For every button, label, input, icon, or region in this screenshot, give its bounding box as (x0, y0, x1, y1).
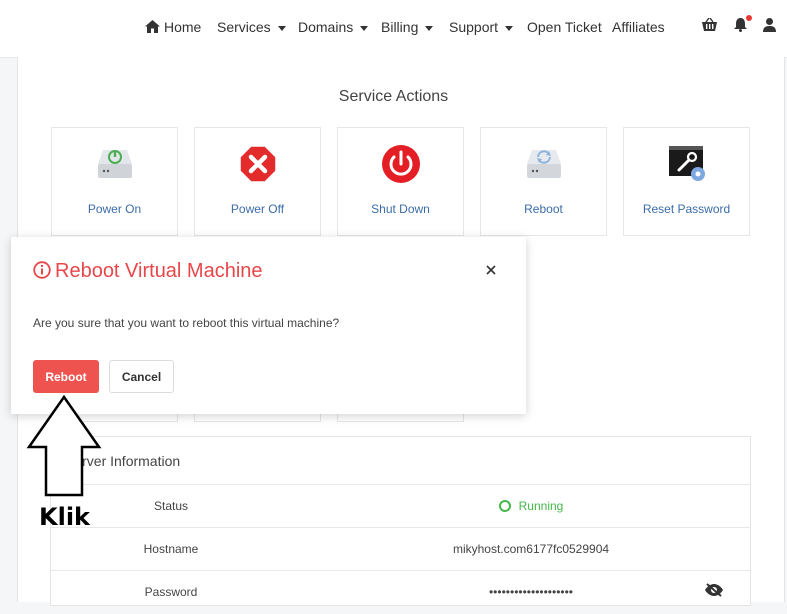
home-icon (145, 20, 160, 33)
service-actions-title: Service Actions (338, 88, 449, 105)
bell-icon[interactable] (734, 18, 747, 32)
hostname-value: mikyhost.com6177fc0529904 (452, 542, 610, 556)
server-information-card: Server Information Status Running Hostna… (50, 436, 751, 606)
reboot-card[interactable]: Reboot (480, 127, 607, 236)
reboot-confirm-button[interactable]: Reboot (33, 360, 99, 393)
top-navbar: Home Services Domains Billing Support Op… (0, 0, 787, 58)
nav-domains-label: Domains (298, 19, 354, 35)
reset-password-icon (668, 146, 705, 181)
reset-password-label: Reset Password (642, 202, 731, 216)
nav-home-label: Home (164, 19, 202, 35)
cancel-button[interactable]: Cancel (109, 360, 174, 393)
power-off-label: Power Off (230, 202, 285, 216)
user-icon[interactable] (763, 18, 776, 32)
nav-domains[interactable]: Domains (298, 19, 369, 35)
chevron-down-icon (505, 25, 514, 31)
power-on-label: Power On (87, 202, 142, 216)
hostname-key: Hostname (143, 542, 199, 556)
nav-support[interactable]: Support (449, 19, 514, 35)
chevron-down-icon (360, 25, 369, 31)
shut-down-card[interactable]: Shut Down (337, 127, 464, 236)
notification-dot (746, 15, 752, 21)
reboot-confirm-dialog: Reboot Virtual Machine Are you sure that… (11, 237, 526, 414)
shut-down-label: Shut Down (371, 202, 430, 216)
nav-billing[interactable]: Billing (381, 19, 434, 35)
annotation-label: Klik (39, 503, 91, 531)
dialog-message: Are you sure that you want to reboot thi… (33, 316, 340, 330)
nav-open-ticket[interactable]: Open Ticket (527, 19, 602, 35)
nav-services-label: Services (217, 19, 271, 35)
power-on-icon (97, 150, 132, 178)
reset-password-card[interactable]: Reset Password (623, 127, 750, 236)
basket-icon[interactable] (702, 18, 717, 32)
table-row: Status Running (51, 484, 750, 528)
info-icon (33, 261, 51, 279)
table-row: Hostname mikyhost.com6177fc0529904 (51, 527, 750, 571)
nav-services[interactable]: Services (217, 19, 286, 35)
shutdown-icon (381, 145, 420, 183)
annotation-arrow-icon (26, 395, 102, 497)
chevron-down-icon (277, 25, 286, 31)
power-off-icon (238, 145, 277, 183)
status-ring-icon (498, 500, 511, 512)
reboot-label: Reboot (524, 202, 563, 216)
status-running-text: Running (518, 499, 564, 513)
nav-home[interactable]: Home (145, 19, 201, 35)
nav-billing-label: Billing (381, 19, 419, 35)
close-icon[interactable] (483, 262, 499, 278)
reboot-icon (526, 150, 561, 178)
dialog-title: Reboot Virtual Machine (33, 260, 263, 283)
eye-slash-icon[interactable] (704, 583, 724, 597)
power-on-card[interactable]: Power On (51, 127, 178, 236)
nav-support-label: Support (449, 19, 499, 35)
table-row: Password •••••••••••••••••••• (51, 570, 750, 614)
status-value: Running (381, 499, 681, 513)
chevron-down-icon (425, 25, 434, 31)
nav-affiliates[interactable]: Affiliates (612, 19, 665, 35)
dialog-title-text: Reboot Virtual Machine (55, 260, 263, 282)
power-off-card[interactable]: Power Off (194, 127, 321, 236)
